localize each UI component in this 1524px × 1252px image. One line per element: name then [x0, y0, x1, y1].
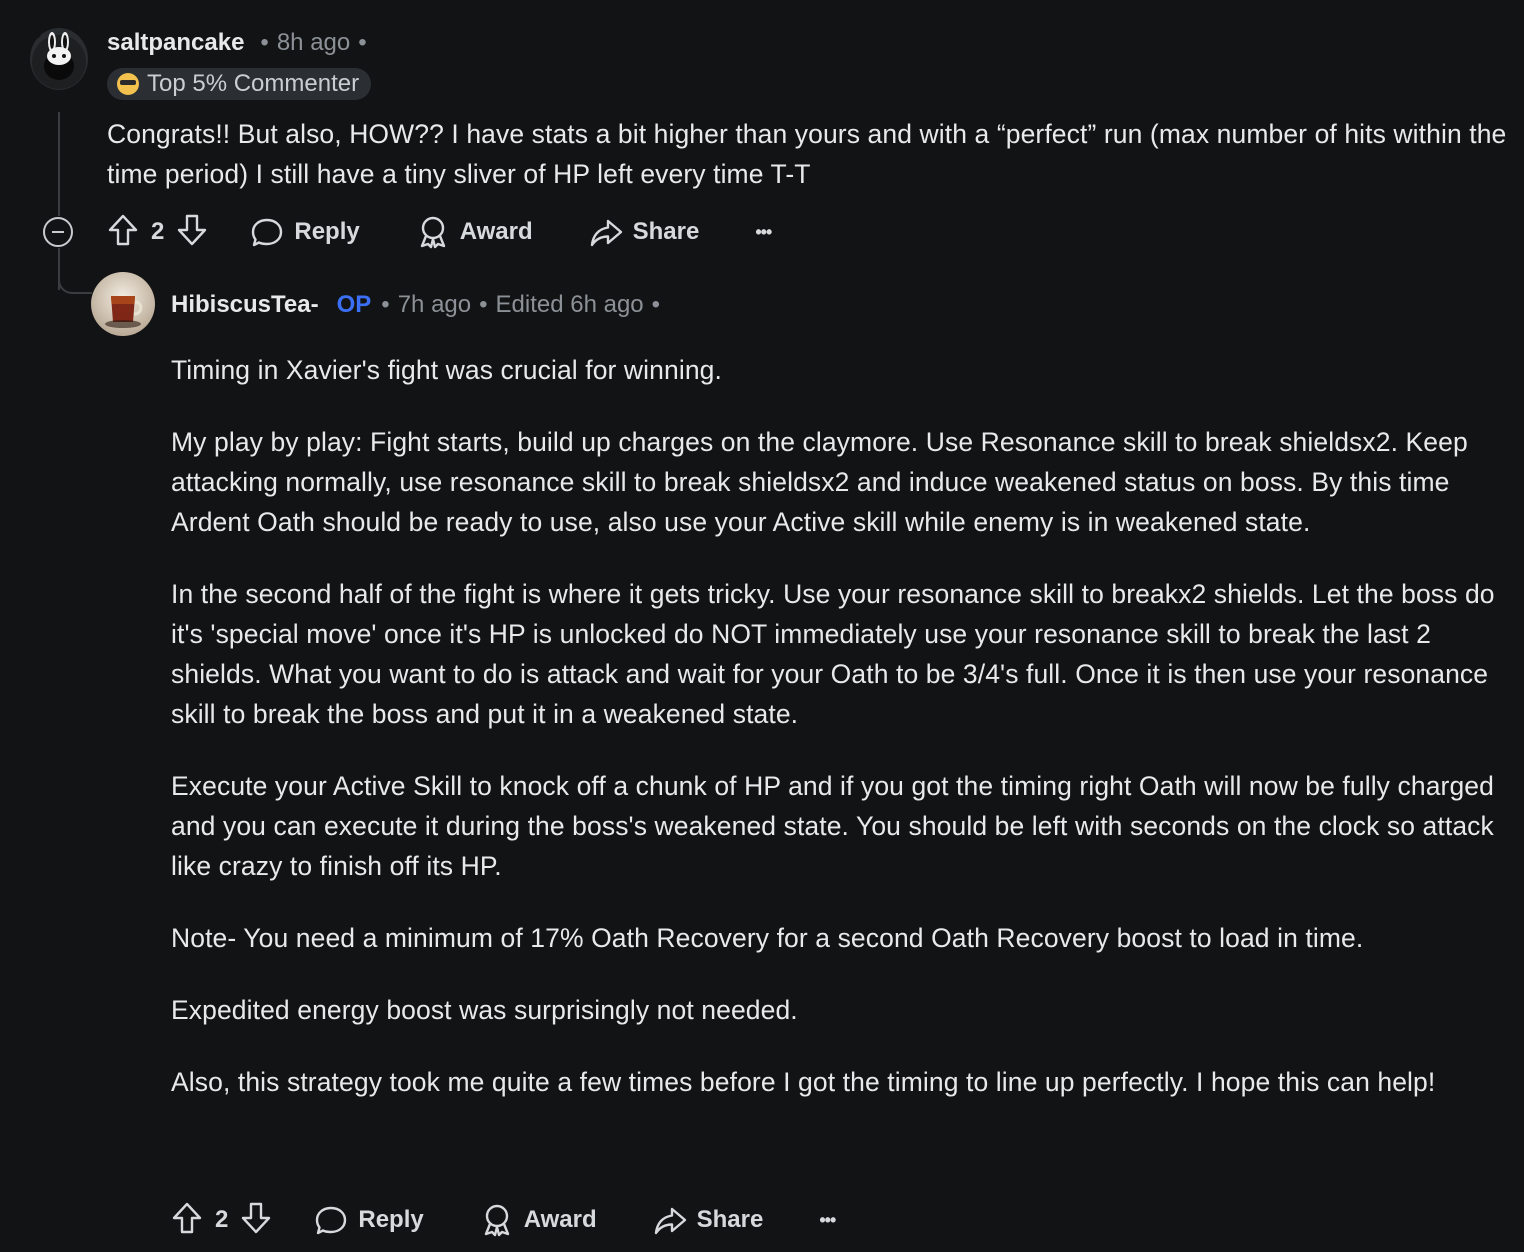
- meta-separator: •: [358, 29, 367, 56]
- reply-label: Reply: [294, 218, 360, 245]
- downvote-icon[interactable]: [176, 213, 208, 252]
- comment-body: Timing in Xavier's fight was crucial for…: [171, 350, 1521, 1102]
- reply-label: Reply: [358, 1206, 424, 1233]
- collapse-thread-button[interactable]: [43, 217, 73, 247]
- meta-separator: •: [260, 29, 269, 56]
- paragraph: Execute your Active Skill to knock off a…: [171, 771, 1494, 881]
- avatar[interactable]: [91, 272, 155, 336]
- award-button[interactable]: Award: [480, 1203, 597, 1237]
- paragraph: In the second half of the fight is where…: [171, 579, 1495, 729]
- award-icon: [484, 1204, 509, 1237]
- tea-cup-avatar-icon: [91, 272, 155, 336]
- award-label: Award: [523, 1206, 597, 1233]
- edited-timestamp: Edited 6h ago: [495, 291, 644, 318]
- share-icon: [654, 1207, 686, 1235]
- timestamp[interactable]: 7h ago: [398, 291, 471, 319]
- paragraph: Also, this strategy took me quite a few …: [171, 1067, 1436, 1097]
- user-flair: Top 5% Commenter: [107, 68, 372, 100]
- flair-label: Top 5% Commenter: [147, 70, 360, 97]
- downvote-icon[interactable]: [240, 1201, 272, 1240]
- paragraph: Note- You need a minimum of 17% Oath Rec…: [171, 923, 1364, 953]
- username[interactable]: HibiscusTea-: [171, 291, 319, 319]
- comment-actions: 2 Reply Award Share •••: [171, 1200, 836, 1240]
- more-options-button[interactable]: •••: [755, 222, 772, 243]
- comment-header: saltpancake • 8h ago •: [107, 28, 367, 58]
- comment-bubble-icon: [316, 1206, 347, 1235]
- share-icon: [590, 219, 622, 247]
- reply-button[interactable]: Reply: [250, 215, 360, 249]
- comment-actions: 2 Reply Award Share •••: [107, 212, 772, 252]
- avatar[interactable]: [30, 28, 88, 90]
- award-icon: [420, 216, 445, 249]
- more-options-button[interactable]: •••: [819, 1210, 836, 1231]
- op-badge: OP: [336, 291, 372, 318]
- paragraph: Timing in Xavier's fight was crucial for…: [171, 355, 722, 385]
- timestamp[interactable]: 8h ago: [277, 29, 350, 57]
- sunglasses-emoji-icon: [117, 73, 139, 95]
- meta-separator: •: [381, 291, 390, 318]
- share-button[interactable]: Share: [653, 1203, 764, 1237]
- paragraph: My play by play: Fight starts, build up …: [171, 427, 1468, 537]
- share-button[interactable]: Share: [589, 215, 700, 249]
- comment-body: Congrats!! But also, HOW?? I have stats …: [107, 119, 1507, 189]
- comment-header: HibiscusTea- OP • 7h ago • Edited 6h ago…: [171, 290, 660, 320]
- username[interactable]: saltpancake: [107, 29, 244, 57]
- paragraph: Expedited energy boost was surprisingly …: [171, 995, 798, 1025]
- reply-button[interactable]: Reply: [314, 1203, 424, 1237]
- thread-line-vertical: [58, 112, 60, 216]
- award-label: Award: [459, 218, 533, 245]
- vote-count: 2: [151, 218, 165, 245]
- thread-line-curve: [58, 262, 92, 294]
- award-button[interactable]: Award: [416, 215, 533, 249]
- snoo-avatar-icon: [32, 30, 86, 89]
- upvote-icon[interactable]: [171, 1201, 203, 1240]
- meta-separator: •: [479, 291, 488, 318]
- vote-count: 2: [215, 1206, 229, 1233]
- comment-bubble-icon: [252, 218, 283, 247]
- upvote-icon[interactable]: [107, 213, 139, 252]
- meta-separator: •: [651, 291, 661, 318]
- share-label: Share: [696, 1206, 764, 1233]
- share-label: Share: [632, 218, 700, 245]
